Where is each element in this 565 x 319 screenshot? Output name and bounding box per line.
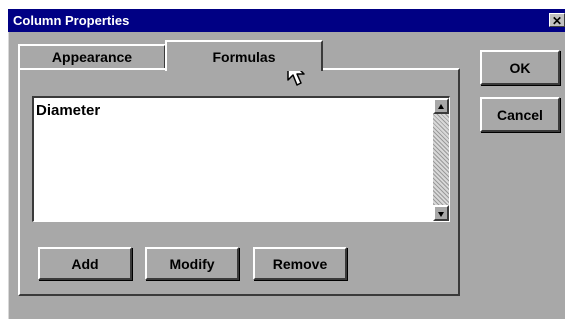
scroll-down-arrow-icon[interactable] [433, 205, 449, 221]
tab-formulas-label: Formulas [212, 48, 276, 65]
close-icon[interactable]: ✕ [549, 13, 565, 27]
tab-formulas[interactable]: Formulas [165, 40, 323, 71]
ok-button[interactable]: OK [480, 50, 560, 85]
tab-appearance[interactable]: Appearance [18, 44, 166, 68]
formulas-listbox[interactable]: Diameter [32, 96, 450, 222]
add-button[interactable]: Add [38, 247, 132, 280]
cancel-button[interactable]: Cancel [480, 97, 560, 132]
title-bar[interactable]: Column Properties ✕ [8, 9, 565, 32]
vertical-scrollbar[interactable] [433, 98, 449, 221]
dialog-title: Column Properties [13, 13, 130, 28]
remove-button[interactable]: Remove [253, 247, 347, 280]
scroll-up-arrow-icon[interactable] [433, 98, 449, 114]
modify-button[interactable]: Modify [145, 247, 239, 280]
list-item[interactable]: Diameter [36, 102, 100, 119]
tab-appearance-label: Appearance [51, 49, 133, 65]
